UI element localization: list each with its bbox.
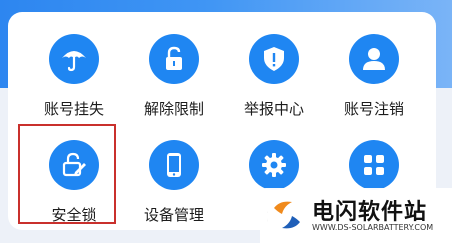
watermark: 电闪软件站 WWW.DS-SOLARBATTERY.COM [260, 188, 452, 243]
phone-icon [149, 140, 199, 190]
watermark-logo-icon [268, 196, 306, 234]
tile-label: 举报中心 [243, 100, 304, 118]
tile-report-center[interactable]: 举报中心 [224, 20, 324, 118]
tile-device-management[interactable]: 设备管理 [124, 126, 224, 224]
watermark-title: 电闪软件站 [312, 200, 428, 225]
unlock-icon [149, 34, 199, 84]
apps-grid-icon [349, 140, 399, 190]
tile-label: 账号注销 [343, 100, 404, 118]
gear-icon [249, 140, 299, 190]
tile-label: 设备管理 [143, 206, 204, 224]
umbrella-icon [49, 34, 99, 84]
highlight-box [18, 124, 116, 224]
tile-account-cancel[interactable]: 账号注销 [324, 20, 424, 118]
tile-account-loss-report[interactable]: 账号挂失 [24, 20, 124, 118]
watermark-subtitle: WWW.DS-SOLARBATTERY.COM [312, 223, 434, 232]
tile-label: 解除限制 [143, 100, 204, 118]
tile-label: 账号挂失 [43, 100, 104, 118]
tile-remove-restriction[interactable]: 解除限制 [124, 20, 224, 118]
shield-alert-icon [249, 34, 299, 84]
user-icon [349, 34, 399, 84]
